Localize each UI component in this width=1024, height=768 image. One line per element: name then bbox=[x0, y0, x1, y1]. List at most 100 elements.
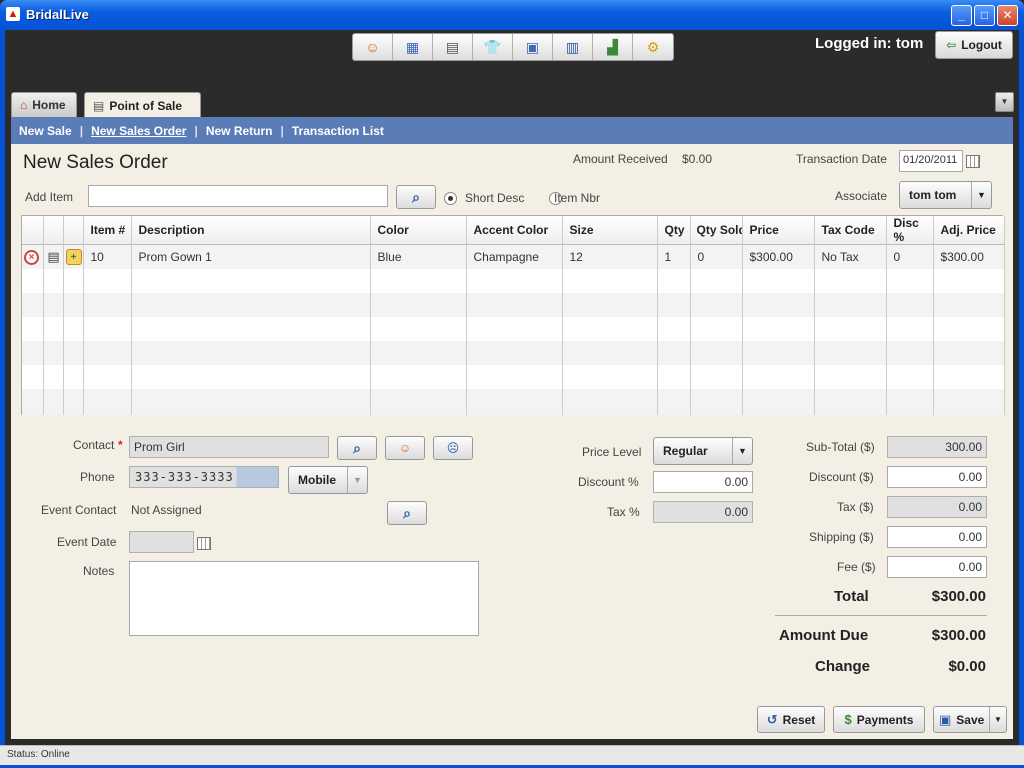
tax-pct-label: Tax % bbox=[607, 505, 640, 519]
event-contact-search-button[interactable]: ⌕ bbox=[387, 501, 427, 525]
contact-view-button[interactable]: ☺ bbox=[385, 436, 425, 460]
phone-type-dropdown[interactable]: Mobile ▼ bbox=[288, 466, 368, 494]
title-bar: ▲ BridalLive _ □ ✕ bbox=[0, 0, 1024, 30]
payments-button[interactable]: $ Payments bbox=[833, 706, 925, 733]
reset-button[interactable]: ↺ Reset bbox=[757, 706, 825, 733]
pos-toolbar-button[interactable]: ▤ bbox=[433, 34, 473, 60]
transaction-date-label: Transaction Date bbox=[796, 152, 887, 166]
col-accent-color[interactable]: Accent Color bbox=[466, 216, 563, 245]
col-price[interactable]: Price bbox=[742, 216, 815, 245]
row-add-note-cell[interactable]: + bbox=[63, 244, 84, 269]
col-adj-price[interactable]: Adj. Price bbox=[933, 216, 1005, 245]
close-button[interactable]: ✕ bbox=[997, 5, 1018, 26]
orders-toolbar-button[interactable]: ▣ bbox=[513, 34, 553, 60]
payments-label: Payments bbox=[856, 712, 914, 727]
tab-point-of-sale[interactable]: ▤ Point of Sale bbox=[84, 92, 201, 118]
cell-qty: 1 bbox=[657, 244, 691, 269]
minimize-button[interactable]: _ bbox=[951, 5, 972, 26]
save-button[interactable]: ▣ Save ▼ bbox=[933, 706, 1007, 733]
register-icon[interactable]: ▤ bbox=[46, 249, 62, 265]
app-icon: ▲ bbox=[6, 7, 20, 21]
maximize-button[interactable]: □ bbox=[974, 5, 995, 26]
contact-field[interactable]: Prom Girl bbox=[129, 436, 329, 458]
chevron-down-icon[interactable]: ▼ bbox=[989, 707, 1006, 732]
discount-pct-input[interactable]: 0.00 bbox=[653, 471, 753, 493]
price-level-label: Price Level bbox=[582, 445, 642, 459]
chevron-down-icon: ▼ bbox=[971, 182, 991, 208]
row-delete-cell[interactable]: × bbox=[22, 244, 44, 269]
change-label: Change bbox=[815, 658, 871, 675]
contact-remove-button[interactable]: ☹ bbox=[433, 436, 473, 460]
save-icon: ▣ bbox=[939, 711, 952, 727]
col-description[interactable]: Description bbox=[131, 216, 371, 245]
delete-icon[interactable]: × bbox=[24, 249, 39, 265]
logout-button[interactable]: ⇦ Logout bbox=[935, 31, 1013, 59]
discount-amount-input[interactable]: 0.00 bbox=[887, 466, 987, 488]
logout-label: Logout bbox=[961, 38, 1002, 52]
calendar-toolbar-button[interactable]: ▦ bbox=[393, 34, 433, 60]
page-title: New Sales Order bbox=[23, 152, 168, 173]
subnav-separator: | bbox=[280, 123, 284, 138]
charts-toolbar-button[interactable]: ▟ bbox=[593, 34, 633, 60]
associate-dropdown[interactable]: tom tom ▼ bbox=[899, 181, 992, 209]
subnav-separator: | bbox=[194, 123, 198, 138]
shipping-input[interactable]: 0.00 bbox=[887, 526, 987, 548]
col-color[interactable]: Color bbox=[370, 216, 467, 245]
grid-header-row: Item # Description Color Accent Color Si… bbox=[22, 216, 1005, 245]
col-tax-code[interactable]: Tax Code bbox=[814, 216, 887, 245]
tab-menu-button[interactable]: ▼ bbox=[995, 92, 1014, 112]
cell-adj-price: $300.00 bbox=[933, 244, 1005, 269]
contact-search-button[interactable]: ⌕ bbox=[337, 436, 377, 460]
window-title: BridalLive bbox=[26, 7, 89, 22]
event-date-field[interactable] bbox=[129, 531, 194, 553]
subnav-transaction-list[interactable]: Transaction List bbox=[292, 124, 384, 138]
calendar-icon[interactable] bbox=[197, 537, 211, 550]
calendar-icon[interactable] bbox=[966, 155, 980, 168]
col-qty[interactable]: Qty bbox=[657, 216, 691, 245]
col-disc-pct[interactable]: Disc % bbox=[886, 216, 934, 245]
subnav-new-sales-order[interactable]: New Sales Order bbox=[91, 124, 186, 138]
table-row[interactable]: × ▤ + 10 Prom Gown 1 Blue Champagne 12 1… bbox=[22, 244, 1005, 269]
money-icon: $ bbox=[844, 712, 852, 727]
price-level-dropdown[interactable]: Regular ▼ bbox=[653, 437, 753, 465]
chevron-down-icon: ▼ bbox=[347, 467, 367, 493]
short-desc-radio[interactable] bbox=[444, 192, 457, 205]
register-icon: ▤ bbox=[445, 38, 460, 55]
empty-row bbox=[22, 364, 1005, 389]
window-frame-right bbox=[1019, 30, 1024, 768]
items-grid: Item # Description Color Accent Color Si… bbox=[21, 215, 1005, 415]
home-icon: ⌂ bbox=[20, 98, 28, 112]
logout-icon: ⇦ bbox=[946, 38, 957, 52]
shirt-icon: 👕 bbox=[483, 38, 502, 55]
subnav-new-sale[interactable]: New Sale bbox=[19, 124, 72, 138]
phone-field[interactable]: 333-333-3333 bbox=[129, 466, 279, 488]
col-size[interactable]: Size bbox=[562, 216, 658, 245]
cell-accent-color: Champagne bbox=[466, 244, 563, 269]
reports-toolbar-button[interactable]: ▥ bbox=[553, 34, 593, 60]
transaction-date-field[interactable]: 01/20/2011 bbox=[899, 150, 963, 172]
required-asterisk: * bbox=[118, 438, 123, 452]
add-item-input[interactable] bbox=[88, 185, 388, 207]
fee-input[interactable]: 0.00 bbox=[887, 556, 987, 578]
contacts-toolbar-button[interactable]: ☺ bbox=[353, 34, 393, 60]
empty-row bbox=[22, 388, 1005, 415]
bag-icon: ▣ bbox=[525, 38, 540, 55]
event-contact-value: Not Assigned bbox=[131, 503, 202, 517]
tab-pos-label: Point of Sale bbox=[109, 98, 183, 113]
shipping-label: Shipping ($) bbox=[809, 530, 874, 544]
tax-pct-field: 0.00 bbox=[653, 501, 753, 523]
row-register-cell[interactable]: ▤ bbox=[43, 244, 64, 269]
notes-textarea[interactable] bbox=[129, 561, 479, 636]
subtotal-label: Sub-Total ($) bbox=[806, 440, 875, 454]
settings-toolbar-button[interactable]: ⚙ bbox=[633, 34, 673, 60]
reset-icon: ↺ bbox=[766, 711, 778, 727]
inventory-toolbar-button[interactable]: 👕 bbox=[473, 34, 513, 60]
contact-label: Contact bbox=[73, 438, 115, 452]
col-item-number[interactable]: Item # bbox=[83, 216, 132, 245]
empty-row bbox=[22, 292, 1005, 317]
subnav-new-return[interactable]: New Return bbox=[206, 124, 273, 138]
col-qty-sold[interactable]: Qty Sold bbox=[690, 216, 743, 245]
add-item-search-button[interactable]: ⌕ bbox=[396, 185, 436, 209]
tab-home[interactable]: ⌂ Home bbox=[11, 92, 77, 117]
note-add-icon[interactable]: + bbox=[65, 248, 82, 265]
